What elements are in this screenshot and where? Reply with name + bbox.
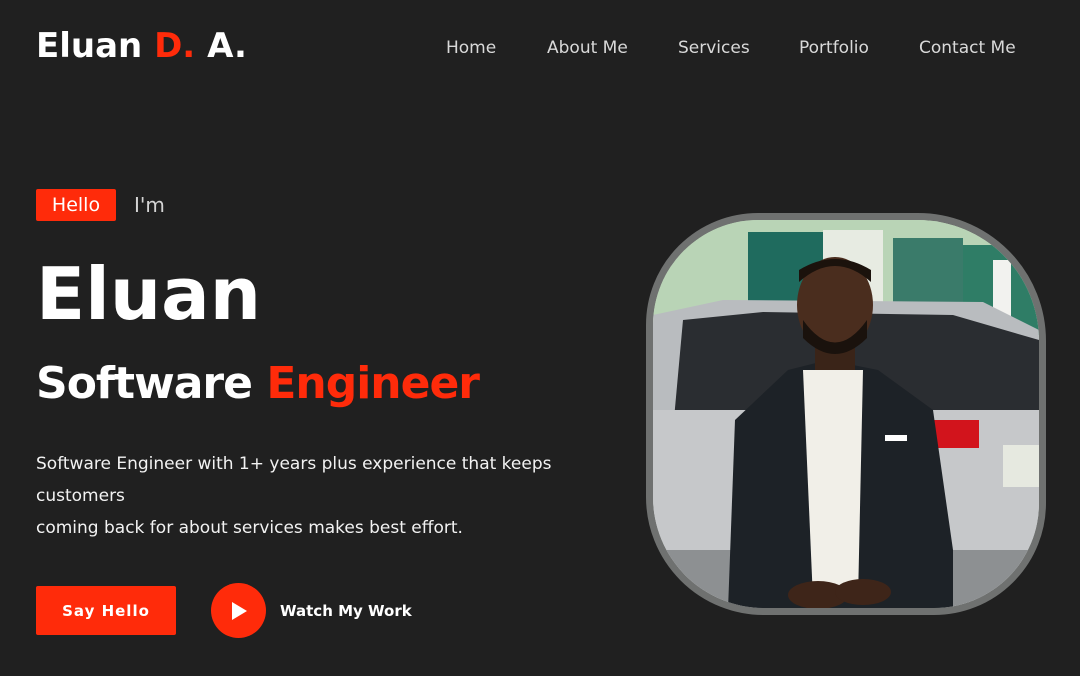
role-first: Software [36, 358, 253, 409]
logo-first: Eluan [36, 26, 143, 66]
hero-name: Eluan [36, 252, 261, 336]
nav-portfolio[interactable]: Portfolio [799, 38, 869, 58]
intro-text: I'm [134, 193, 165, 217]
nav-services[interactable]: Services [678, 38, 750, 58]
play-icon[interactable] [211, 583, 266, 638]
profile-photo-illustration [653, 220, 1039, 608]
logo-last: A. [207, 26, 247, 66]
hero-role: Software Engineer [36, 358, 480, 409]
watch-my-work-button[interactable]: Watch My Work [211, 583, 412, 638]
site-logo[interactable]: Eluan D. A. [36, 26, 247, 66]
description-line-1: Software Engineer with 1+ years plus exp… [36, 454, 552, 506]
hello-badge: Hello [36, 189, 116, 221]
profile-photo [646, 213, 1046, 615]
role-accent: Engineer [266, 358, 480, 409]
say-hello-button[interactable]: Say Hello [36, 586, 176, 635]
nav-about-me[interactable]: About Me [547, 38, 628, 58]
hero-description: Software Engineer with 1+ years plus exp… [36, 448, 566, 544]
nav-home[interactable]: Home [446, 38, 496, 58]
nav-contact-me[interactable]: Contact Me [919, 38, 1016, 58]
description-line-2: coming back for about services makes bes… [36, 518, 463, 538]
logo-middle: D. [154, 26, 196, 66]
watch-label: Watch My Work [280, 601, 412, 620]
